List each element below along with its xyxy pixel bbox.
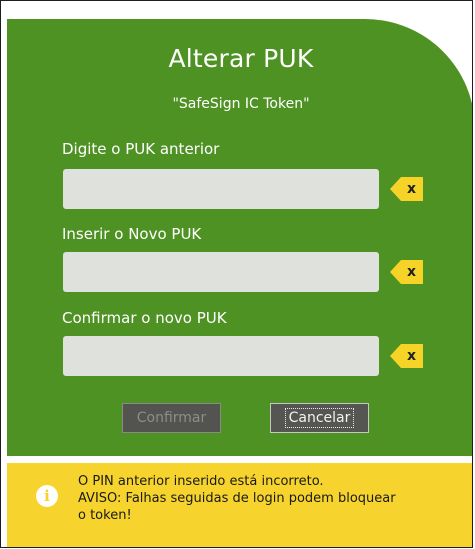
clear-icon: x [406,181,417,197]
dialog-window: Alterar PUK "SafeSign IC Token" Digite o… [0,0,473,548]
cancel-button[interactable]: Cancelar [270,403,369,433]
new-puk-input[interactable] [63,252,379,292]
error-alert: i O PIN anterior inserido está incorreto… [7,463,472,547]
confirm-puk-label: Confirmar o novo PUK [62,309,227,327]
clear-old-puk-button[interactable]: x [390,177,423,201]
alert-message: O PIN anterior inserido está incorreto. … [78,473,463,524]
dialog-title: Alterar PUK [168,44,314,73]
info-icon: i [36,485,58,507]
clear-icon: x [406,264,417,280]
clear-icon: x [406,348,417,364]
confirm-puk-input[interactable] [63,336,379,376]
clear-confirm-puk-button[interactable]: x [390,344,423,368]
confirm-button-label: Confirmar [136,410,207,426]
old-puk-label: Digite o PUK anterior [62,140,220,158]
alert-line: o token! [78,508,132,523]
clear-new-puk-button[interactable]: x [390,260,423,284]
cancel-button-label: Cancelar [284,408,355,428]
change-puk-panel: Alterar PUK "SafeSign IC Token" Digite o… [7,19,472,456]
old-puk-input[interactable] [63,169,379,209]
token-name: "SafeSign IC Token" [172,96,310,112]
confirm-button[interactable]: Confirmar [122,403,221,433]
alert-line: AVISO: Falhas seguidas de login podem bl… [78,491,396,506]
alert-line: O PIN anterior inserido está incorreto. [78,474,324,489]
new-puk-label: Inserir o Novo PUK [62,225,202,243]
